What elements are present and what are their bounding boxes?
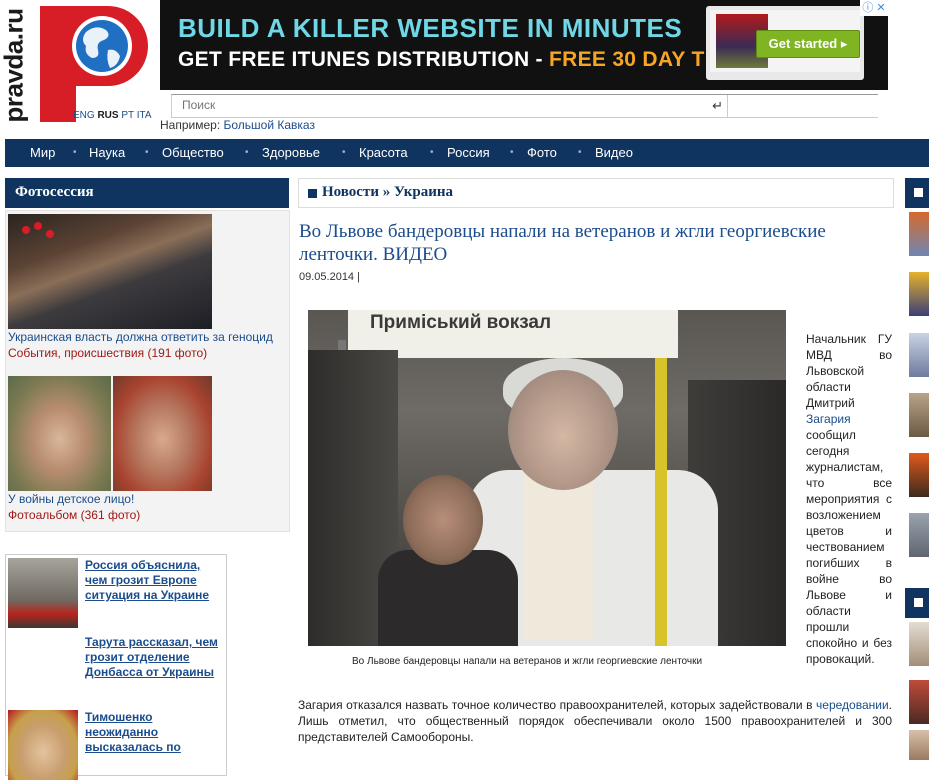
right-thumbnail[interactable] [909, 393, 929, 437]
lang-eng[interactable]: ENG [73, 110, 95, 121]
photo-title-link[interactable]: Украинская власть должна ответить за ген… [8, 330, 273, 344]
right-thumbnail[interactable] [909, 513, 929, 557]
zagariya-link[interactable]: Загария [806, 412, 851, 426]
article-side-text: Начальник ГУ МВД во Львовской области Дм… [806, 332, 892, 666]
right-section-header [905, 178, 929, 208]
news-thumbnail[interactable] [8, 558, 78, 628]
nav-item-nauka[interactable]: Наука [89, 139, 125, 167]
photo-child-image[interactable] [8, 376, 111, 491]
ad-banner[interactable]: BUILD A KILLER WEBSITE IN MINUTES GET FR… [160, 0, 888, 90]
right-thumbnail[interactable] [909, 622, 929, 666]
lang-rus[interactable]: RUS [97, 110, 118, 121]
nav-item-krasota[interactable]: Красота [359, 139, 408, 167]
nav-separator: • [430, 147, 434, 158]
article-paragraph: Загария отказался назвать точное количес… [298, 698, 892, 744]
nav-separator: • [73, 147, 77, 158]
lang-pt[interactable]: PT [121, 110, 134, 121]
photo-category-link[interactable]: События, происшествия (191 фото) [8, 346, 207, 360]
breadcrumb: Новости » Украина [298, 178, 894, 208]
right-thumbnail[interactable] [909, 333, 929, 377]
photo-child-image[interactable] [113, 376, 212, 491]
breadcrumb-text[interactable]: Новости » Украина [322, 184, 453, 201]
nav-item-rossiya[interactable]: Россия [447, 139, 490, 167]
right-thumbnail[interactable] [909, 680, 929, 724]
photo-mourners-image[interactable] [8, 214, 212, 329]
nav-item-obshchestvo[interactable]: Общество [162, 139, 224, 167]
body-link[interactable]: чередовании [816, 698, 889, 712]
logo-p-globe-icon [40, 6, 148, 122]
nav-separator: • [245, 147, 249, 158]
nav-separator: • [145, 147, 149, 158]
main-nav: Мир • Наука • Общество • Здоровье • Крас… [5, 139, 929, 167]
ad-subline: GET FREE ITUNES DISTRIBUTION - FREE 30 D… [178, 48, 755, 71]
right-thumbnail[interactable] [909, 453, 929, 497]
photo-category-link[interactable]: Фотоальбом (361 фото) [8, 508, 140, 522]
article-title: Во Львове бандеровцы напали на ветеранов… [299, 221, 826, 265]
nav-item-video[interactable]: Видео [595, 139, 633, 167]
photo-section-header: Фотосессия [5, 178, 289, 208]
nav-item-zdorovye[interactable]: Здоровье [262, 139, 320, 167]
news-thumbnail[interactable] [8, 710, 78, 780]
enter-icon[interactable]: ↵ [712, 98, 723, 114]
article-date: 09.05.2014 | [299, 271, 360, 283]
news-title-link[interactable]: Россия объяснила, чем грозит Европе ситу… [85, 558, 220, 603]
logo-wordmark: pravda.ru [0, 4, 29, 124]
search-divider [726, 94, 878, 118]
square-bullet-icon [308, 189, 317, 198]
nav-separator: • [342, 147, 346, 158]
search-example: Например: Большой Кавказ [160, 118, 315, 132]
nav-item-foto[interactable]: Фото [527, 139, 557, 167]
ad-get-started-button[interactable]: Get started ▸ [756, 30, 860, 58]
video-caption: Во Львове бандеровцы напали на ветеранов… [352, 656, 703, 667]
nav-separator: • [578, 147, 582, 158]
news-title-link[interactable]: Тимошенко неожиданно высказалась по [85, 710, 220, 755]
article-video[interactable]: Приміський вокзал [308, 310, 786, 646]
lang-ita[interactable]: ITA [137, 110, 152, 121]
search-input[interactable] [172, 95, 712, 115]
handrail-pole [655, 358, 667, 646]
ad-headline: BUILD A KILLER WEBSITE IN MINUTES [178, 13, 683, 43]
right-thumbnail[interactable] [909, 730, 929, 760]
photo-title-link[interactable]: У войны детское лицо! [8, 492, 134, 506]
right-thumbnail[interactable] [909, 272, 929, 316]
search-box: ↵ [171, 94, 728, 118]
nav-item-mir[interactable]: Мир [30, 139, 55, 167]
right-section-header [905, 588, 929, 618]
nav-separator: • [510, 147, 514, 158]
right-thumbnail[interactable] [909, 212, 929, 256]
ad-choices-icon[interactable]: ⓘ ✕ [860, 0, 888, 16]
language-switcher: ENG RUS PT ITA [73, 110, 152, 121]
news-title-link[interactable]: Тарута рассказал, чем грозит отделение Д… [85, 635, 220, 680]
search-example-link[interactable]: Большой Кавказ [224, 118, 315, 132]
